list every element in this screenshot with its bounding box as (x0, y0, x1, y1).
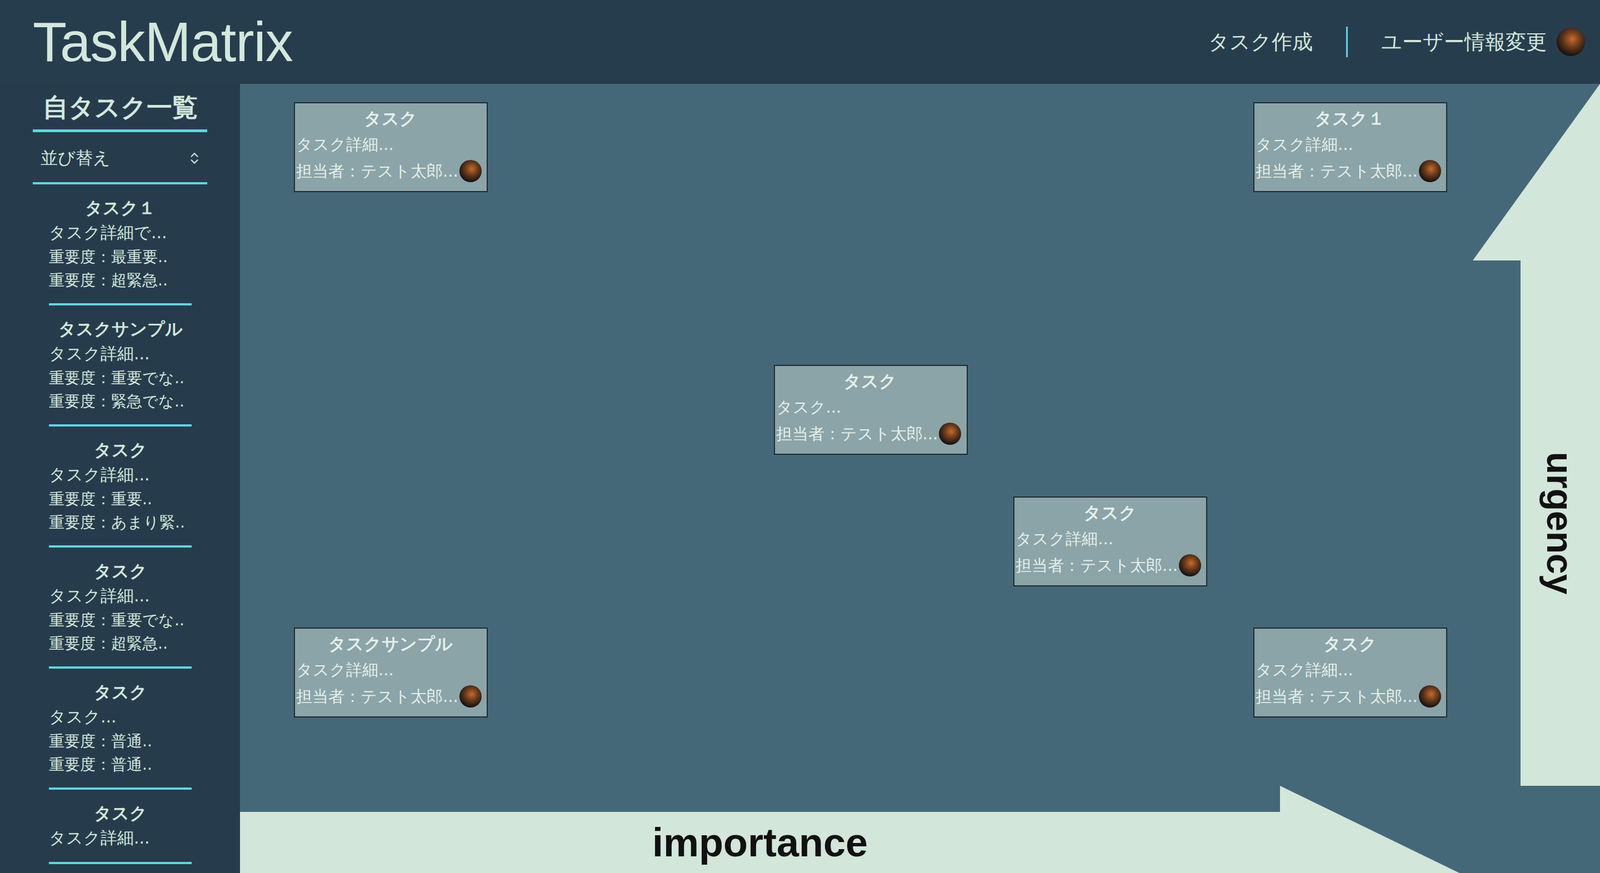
sidebar-item-line: 重要度：重要でな.. (48, 608, 192, 633)
sidebar-item[interactable]: タスクタスク...重要度：普通..重要度：普通.. (48, 668, 192, 790)
urgency-arrow (1472, 83, 1600, 787)
sidebar-item[interactable]: タスクタスク詳細...重要度：重要でな..重要度：超緊急.. (48, 547, 192, 669)
sidebar-item-title: タスク (48, 680, 192, 705)
assignee-text: 担当者：テスト太郎... (1255, 157, 1418, 185)
task-card-title: タスク (1255, 631, 1444, 657)
sidebar: 自タスク一覧並び替えタスク１タスク詳細で...重要度：最重要..重要度：超緊急.… (0, 83, 240, 873)
urgency-label: urgency (1539, 452, 1582, 595)
sidebar-item-line: タスク詳細... (48, 341, 192, 367)
axes-drawing (240, 83, 1600, 873)
sidebar-item-line: タスク詳細... (48, 825, 192, 852)
task-card-detail: タスク詳細... (296, 131, 485, 158)
sidebar-item-line: タスク詳細... (48, 462, 192, 488)
task-card-assignee: 担当者：テスト太郎... (1255, 683, 1444, 710)
sidebar-item-title: タスク (48, 437, 192, 463)
importance-arrow (240, 786, 1460, 873)
header-nav: タスク作成 ユーザー情報変更 (1208, 26, 1585, 58)
task-card-detail: タスク... (776, 393, 965, 421)
task-card-title: タスク１ (1255, 105, 1444, 132)
sidebar-item[interactable]: タスクタスク詳細... (48, 790, 192, 865)
matrix-canvas: タスクタスク詳細...担当者：テスト太郎...タスク１タスク詳細...担当者：テ… (240, 83, 1600, 873)
sidebar-item-line: タスク... (48, 704, 192, 730)
assignee-avatar (938, 422, 962, 445)
task-card-assignee: 担当者：テスト太郎... (776, 420, 965, 448)
sidebar-item-line: タスク詳細で... (48, 220, 192, 246)
sidebar-item-title: タスク (48, 558, 192, 584)
task-card-detail: タスク詳細... (1255, 656, 1444, 684)
sidebar-item-line: 重要度：最重要.. (48, 245, 192, 269)
task-card-assignee: 担当者：テスト太郎... (296, 683, 485, 710)
assignee-text: 担当者：テスト太郎... (1015, 552, 1178, 579)
assignee-avatar (459, 685, 482, 708)
task-card[interactable]: タスクタスク...担当者：テスト太郎... (773, 365, 968, 455)
assignee-text: 担当者：テスト太郎... (1255, 683, 1418, 710)
sidebar-item-title: タスク１ (48, 195, 192, 220)
sort-label: 並び替え (40, 146, 111, 170)
up-down-icon (187, 151, 202, 166)
sidebar-item-line: 重要度：普通.. (48, 753, 192, 777)
sidebar-title: 自タスク一覧 (32, 90, 208, 133)
sidebar-item[interactable]: タスク１タスク詳細で...重要度：最重要..重要度：超緊急.. (48, 184, 192, 306)
sidebar-item-line: 重要度：重要.. (48, 487, 192, 512)
nav-separator (1346, 26, 1348, 58)
assignee-avatar (1178, 554, 1202, 577)
task-card[interactable]: タスクタスク詳細...担当者：テスト太郎... (1253, 627, 1448, 718)
task-card-detail: タスク詳細... (296, 656, 485, 684)
sidebar-item-title: タスク (48, 801, 192, 826)
sidebar-item-line: 重要度：あまり緊.. (48, 511, 192, 535)
task-card[interactable]: タスクサンプルタスク詳細...担当者：テスト太郎... (293, 627, 488, 718)
user-menu[interactable]: ユーザー情報変更 (1381, 27, 1585, 57)
sidebar-item-line: 重要度：普通.. (48, 730, 192, 754)
urgency-label-box: urgency (1520, 260, 1600, 787)
app: TaskMatrixタスク作成ユーザー情報変更自タスク一覧並び替えタスク１タスク… (0, 0, 1600, 873)
task-card-assignee: 担当者：テスト太郎... (1255, 157, 1444, 185)
sidebar-item-title: タスクサンプル (48, 316, 192, 342)
assignee-text: 担当者：テスト太郎... (296, 157, 459, 185)
assignee-text: 担当者：テスト太郎... (776, 420, 939, 448)
user-avatar[interactable] (1556, 27, 1585, 57)
sidebar-item-line: 重要度：超緊急.. (48, 632, 192, 656)
assignee-avatar (459, 160, 482, 183)
assignee-avatar (1418, 160, 1442, 183)
sidebar-item-line: 重要度：緊急でな.. (48, 390, 192, 414)
body: 自タスク一覧並び替えタスク１タスク詳細で...重要度：最重要..重要度：超緊急.… (0, 83, 1600, 873)
task-card-detail: タスク詳細... (1255, 131, 1444, 158)
task-card-assignee: 担当者：テスト太郎... (296, 157, 485, 185)
sort-select[interactable]: 並び替え (32, 132, 208, 185)
assignee-avatar (1418, 685, 1442, 708)
importance-label: importance (240, 812, 1280, 873)
task-card-title: タスク (776, 368, 965, 394)
sidebar-item-line: 重要度：超緊急.. (48, 268, 192, 293)
assignee-text: 担当者：テスト太郎... (296, 683, 459, 710)
create-task-link[interactable]: タスク作成 (1208, 28, 1313, 57)
sidebar-item-line: 重要度：重要でな.. (48, 366, 192, 390)
header: TaskMatrix タスク作成 ユーザー情報変更 (0, 0, 1600, 84)
task-card-detail: タスク詳細... (1015, 525, 1204, 553)
task-card-assignee: 担当者：テスト太郎... (1015, 552, 1204, 579)
task-card[interactable]: タスクタスク詳細...担当者：テスト太郎... (293, 102, 488, 193)
sidebar-item[interactable]: タスクタスク詳細...重要度：重要..重要度：あまり緊.. (48, 426, 192, 548)
user-settings-link[interactable]: ユーザー情報変更 (1381, 28, 1547, 57)
task-card[interactable]: タスク１タスク詳細...担当者：テスト太郎... (1253, 102, 1448, 193)
logo[interactable]: TaskMatrix (32, 10, 293, 74)
sidebar-item[interactable]: タスクサンプルタスク詳細...重要度：重要でな..重要度：緊急でな.. (48, 305, 192, 427)
task-card[interactable]: タスクタスク詳細...担当者：テスト太郎... (1013, 496, 1208, 587)
task-card-title: タスク (1015, 500, 1204, 526)
sidebar-item-line: タスク詳細... (48, 583, 192, 609)
task-card-title: タスクサンプル (296, 631, 485, 657)
task-card-title: タスク (296, 105, 485, 132)
